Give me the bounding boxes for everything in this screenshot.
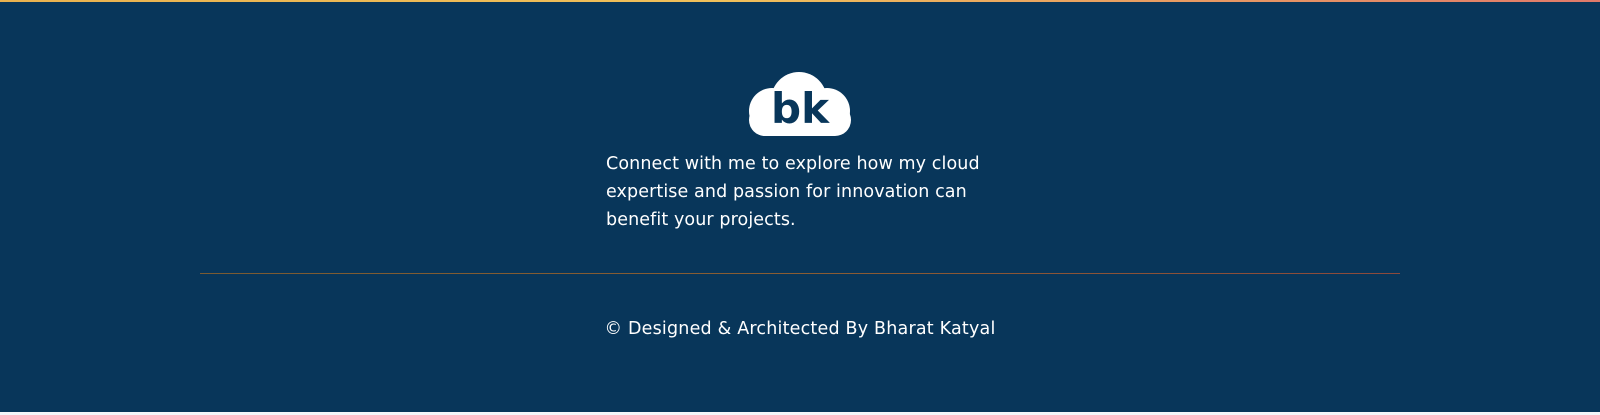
top-accent-line bbox=[0, 0, 1600, 2]
logo-text: bk bbox=[771, 84, 830, 133]
footer-tagline: Connect with me to explore how my cloud … bbox=[606, 154, 980, 230]
site-footer: bk Connect with me to explore how my clo… bbox=[0, 0, 1600, 415]
footer-logo[interactable]: bk bbox=[749, 72, 851, 136]
footer-divider bbox=[200, 273, 1400, 274]
cloud-logo-icon: bk bbox=[749, 72, 851, 136]
copyright-text: © Designed & Architected By Bharat Katya… bbox=[604, 319, 996, 339]
